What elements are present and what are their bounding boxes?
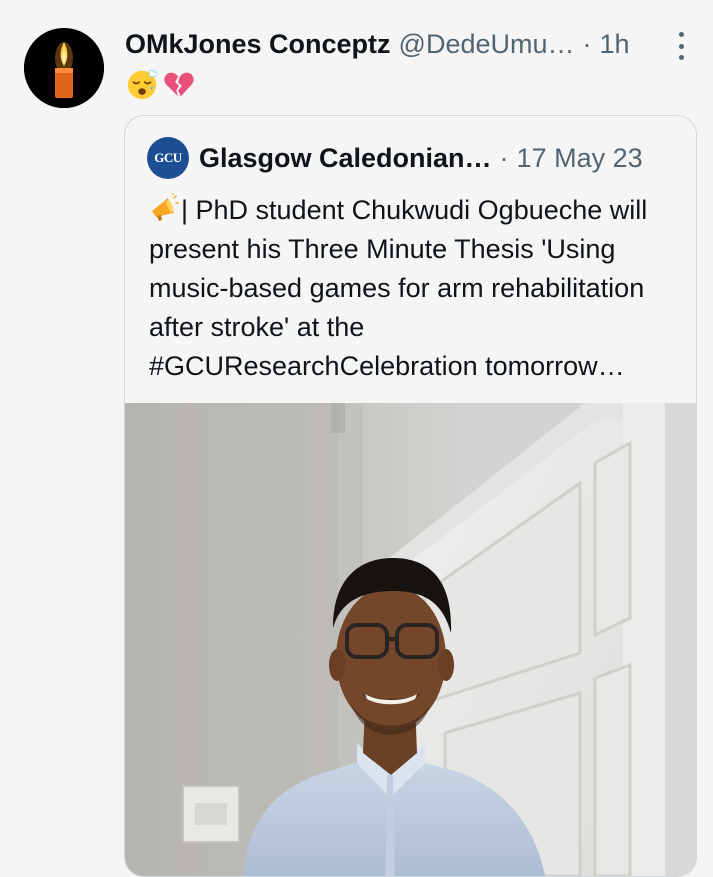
candle-icon bbox=[24, 28, 104, 108]
gcu-logo[interactable]: GCU bbox=[147, 137, 189, 179]
megaphone-icon bbox=[152, 193, 179, 221]
gcu-logo-text: GCU bbox=[154, 150, 182, 165]
quoted-date[interactable]: 17 May 23 bbox=[517, 143, 643, 174]
quoted-photo[interactable] bbox=[125, 403, 696, 876]
quoted-separator: · bbox=[499, 142, 509, 173]
quoted-header: GCU Glasgow Caledonian… · 17 May 23 bbox=[147, 136, 676, 180]
tweet-time[interactable]: 1h bbox=[600, 29, 630, 60]
more-dot bbox=[678, 43, 684, 49]
quoted-tweet[interactable]: GCU Glasgow Caledonian… · 17 May 23 | Ph… bbox=[124, 115, 697, 877]
more-dot bbox=[678, 55, 684, 60]
broken-heart-emoji bbox=[164, 72, 194, 97]
avatar[interactable] bbox=[24, 28, 104, 108]
header-separator: · bbox=[582, 28, 592, 59]
tweet-header: OMkJones Conceptz @DedeUmu… · 1h bbox=[125, 26, 673, 62]
author-handle[interactable]: @DedeUmu… bbox=[399, 29, 575, 60]
tweet-text bbox=[125, 67, 196, 103]
sleepy-face-emoji bbox=[127, 69, 158, 100]
author-name[interactable]: OMkJones Conceptz bbox=[125, 29, 391, 60]
quoted-author-name[interactable]: Glasgow Caledonian… bbox=[199, 143, 492, 174]
quoted-text: | PhD student Chukwudi Ogbueche will pre… bbox=[149, 191, 689, 386]
tweet[interactable]: OMkJones Conceptz @DedeUmu… · 1h GCU Gla… bbox=[0, 0, 713, 877]
quoted-text-body: | PhD student Chukwudi Ogbueche will pre… bbox=[149, 195, 648, 381]
more-options-icon[interactable] bbox=[675, 32, 687, 60]
more-dot bbox=[678, 32, 684, 37]
